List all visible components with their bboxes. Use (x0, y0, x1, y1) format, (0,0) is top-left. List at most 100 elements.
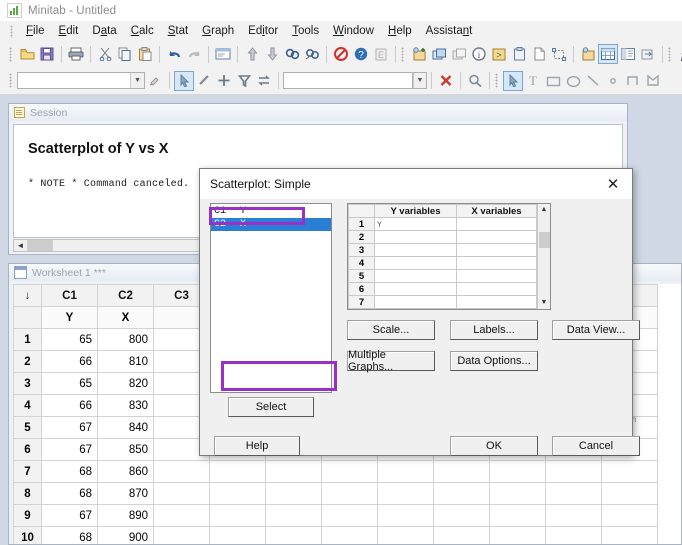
worksheet-col-c2[interactable]: C2 (97, 284, 154, 307)
cell-empty[interactable] (265, 504, 322, 527)
pointer-select-icon[interactable] (174, 70, 194, 91)
polygon-tool-icon[interactable] (623, 71, 643, 91)
variables-grid-scrollbar[interactable]: ▲ ▼ (537, 204, 550, 309)
menu-item-file[interactable]: File (19, 23, 52, 39)
cell-empty[interactable] (545, 460, 602, 483)
cell-empty[interactable] (153, 482, 210, 505)
cell-c1[interactable]: 66 (41, 394, 98, 417)
cell-empty[interactable] (601, 482, 658, 505)
clipboard-icon[interactable] (509, 44, 529, 64)
cell-empty[interactable] (321, 526, 378, 544)
cell-c1[interactable]: 68 (41, 482, 98, 505)
cell-empty[interactable] (377, 504, 434, 527)
pointer-tool-icon[interactable] (503, 70, 523, 91)
help-question-icon[interactable]: ? (351, 44, 371, 64)
cancel-icon[interactable] (331, 44, 351, 64)
graph-font-combo[interactable]: ▼ (17, 72, 145, 89)
multiple-graphs-button[interactable]: Multiple Graphs... (347, 349, 435, 373)
cell-empty[interactable] (545, 482, 602, 505)
grid-cell-y[interactable] (374, 230, 457, 244)
scale-button[interactable]: Scale... (347, 320, 435, 340)
cell-empty[interactable] (601, 526, 658, 544)
menu-item-window[interactable]: Window (326, 23, 381, 39)
data-options-button[interactable]: Data Options... (450, 351, 538, 371)
print-icon[interactable] (66, 44, 86, 64)
command-prompt-icon[interactable]: > (489, 44, 509, 64)
grid-cell-x[interactable] (456, 230, 537, 244)
menu-item-assistant[interactable]: Assistant (419, 23, 480, 39)
cell-empty[interactable] (433, 460, 490, 483)
duplicate-icon[interactable] (449, 44, 469, 64)
cell-empty[interactable] (433, 504, 490, 527)
undo-icon[interactable] (164, 44, 184, 64)
cell-empty[interactable] (209, 504, 266, 527)
redo-icon[interactable] (184, 44, 204, 64)
graph-size-combo-arrow[interactable]: ▼ (413, 72, 427, 89)
grid-cell-y[interactable] (374, 295, 457, 309)
worksheet-colname-c2[interactable]: X (97, 306, 154, 329)
cell-empty[interactable] (209, 482, 266, 505)
cell-c2[interactable]: 820 (97, 372, 154, 395)
cell-c2[interactable]: 890 (97, 504, 154, 527)
cell-empty[interactable] (377, 526, 434, 544)
cell-empty[interactable] (601, 460, 658, 483)
swap-icon[interactable] (254, 71, 274, 91)
cell-empty[interactable] (265, 526, 322, 544)
info-icon[interactable]: i (469, 44, 489, 64)
cell-c1[interactable]: 68 (41, 526, 98, 544)
cell-c1[interactable]: 67 (41, 504, 98, 527)
line-tool-icon[interactable] (583, 71, 603, 91)
grid-cell-x[interactable] (456, 217, 537, 231)
cell-empty[interactable] (545, 504, 602, 527)
session-window-icon[interactable] (213, 44, 233, 64)
labels-button[interactable]: Labels... (450, 320, 538, 340)
cancel-button[interactable]: Cancel (552, 436, 640, 456)
exit-icon[interactable]: E (371, 44, 391, 64)
menu-item-help[interactable]: Help (381, 23, 419, 39)
close-icon[interactable]: ✕ (596, 170, 630, 198)
variable-list-item-c2[interactable]: C2 X (211, 218, 331, 231)
cell-empty[interactable] (153, 526, 210, 544)
menu-item-tools[interactable]: Tools (285, 23, 326, 39)
cell-c1[interactable]: 67 (41, 416, 98, 439)
menu-item-edit[interactable]: Edit (52, 23, 86, 39)
menu-item-calc[interactable]: Calc (124, 23, 161, 39)
grid-cell-y[interactable] (374, 269, 457, 283)
cell-empty[interactable] (489, 460, 546, 483)
fx-icon[interactable]: fx (676, 44, 682, 64)
copy-icon[interactable] (115, 44, 135, 64)
paste-icon[interactable] (135, 44, 155, 64)
worksheet-col-c1[interactable]: C1 (41, 284, 98, 307)
zoom-icon[interactable] (465, 71, 485, 91)
chevron-down-icon[interactable]: ▼ (413, 73, 426, 88)
polyline-tool-icon[interactable] (643, 71, 663, 91)
cell-empty[interactable] (321, 504, 378, 527)
cell-empty[interactable] (601, 504, 658, 527)
menu-item-stat[interactable]: Stat (161, 23, 195, 39)
cell-c2[interactable]: 840 (97, 416, 154, 439)
grid-cell-y[interactable] (374, 243, 457, 257)
menu-item-data[interactable]: Data (85, 23, 123, 39)
cell-empty[interactable] (489, 482, 546, 505)
cell-empty[interactable] (265, 482, 322, 505)
cell-empty[interactable] (433, 482, 490, 505)
find-replace-icon[interactable] (302, 44, 322, 64)
cell-empty[interactable] (489, 504, 546, 527)
text-tool-icon[interactable]: T (523, 71, 543, 91)
cell-empty[interactable] (153, 504, 210, 527)
chevron-down-icon[interactable]: ▼ (130, 73, 144, 88)
cell-empty[interactable] (377, 482, 434, 505)
worksheet-corner-cell[interactable]: ↓ (13, 284, 42, 307)
cell-c1[interactable]: 65 (41, 372, 98, 395)
cell-c1[interactable]: 68 (41, 460, 98, 483)
grid-cell-y[interactable]: Y (374, 217, 457, 231)
cell-empty[interactable] (321, 460, 378, 483)
move-up-icon[interactable] (242, 44, 262, 64)
open-folder-icon[interactable] (17, 44, 37, 64)
cell-c2[interactable]: 860 (97, 460, 154, 483)
cell-c2[interactable]: 830 (97, 394, 154, 417)
ellipse-tool-icon[interactable] (563, 71, 583, 91)
rectangle-tool-icon[interactable] (543, 71, 563, 91)
cell-empty[interactable] (153, 460, 210, 483)
cell-empty[interactable] (265, 460, 322, 483)
